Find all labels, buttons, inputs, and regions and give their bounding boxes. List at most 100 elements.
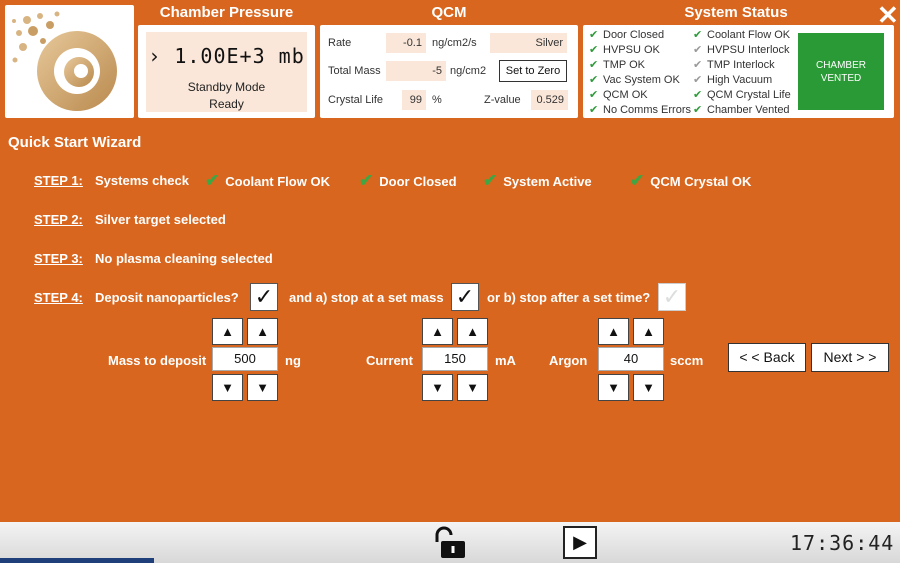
unlock-icon[interactable] (432, 526, 468, 563)
crystal-life-unit: % (432, 94, 442, 106)
total-mass-value: -5 (386, 61, 446, 81)
status-panel: ✔ Door Closed ✔ HVPSU OK ✔ TMP OK ✔ Vac System … (583, 25, 894, 118)
check-door: ✔ Door Closed (359, 171, 457, 190)
check-icon: ✔ (483, 171, 498, 190)
status-right-item: ✔ HVPSU Interlock (693, 43, 790, 56)
deposit-checkbox[interactable]: ✓ (250, 283, 278, 311)
logo-icon (12, 11, 117, 111)
check-icon: ✔ (630, 171, 645, 190)
status-left-item: ✔ TMP OK (589, 58, 645, 71)
crystal-life-value: 99 (402, 90, 426, 110)
status-right-item: ✔ QCM Crystal Life (693, 88, 791, 101)
status-left-item: ✔ QCM OK (589, 88, 648, 101)
argon-coarse-down-button[interactable]: ▼ (598, 374, 629, 401)
next-button[interactable]: Next > > (811, 343, 889, 372)
play-button[interactable]: ▶ (563, 526, 597, 559)
status-right-item-label: TMP Interlock (707, 59, 775, 71)
mass-input[interactable]: 500 (212, 347, 278, 371)
status-left-item-label: QCM OK (603, 89, 648, 101)
back-button[interactable]: < < Back (728, 343, 806, 372)
vented-line2: VENTED (820, 72, 862, 84)
status-right-item-label: QCM Crystal Life (707, 89, 791, 101)
check-icon: ✔ (693, 89, 703, 101)
check-icon: ✔ (693, 104, 703, 116)
qcm-title: QCM (431, 4, 467, 21)
status-right-item: ✔ TMP Interlock (693, 58, 775, 71)
check-icon: ✔ (589, 44, 599, 56)
status-right-item: ✔ Chamber Vented (693, 103, 790, 116)
mass-coarse-down-button[interactable]: ▼ (212, 374, 243, 401)
rate-value: -0.1 (386, 33, 426, 53)
step2-label[interactable]: STEP 2: (34, 212, 83, 227)
step3-label[interactable]: STEP 3: (34, 251, 83, 266)
check-icon: ✔ (589, 89, 599, 101)
option-a-text: and a) stop at a set mass (289, 290, 444, 305)
mass-unit: ng (285, 353, 301, 368)
check-icon: ✔ (693, 29, 703, 41)
status-left-item-label: No Comms Errors (603, 104, 692, 116)
mass-coarse-up-button[interactable]: ▲ (212, 318, 243, 345)
argon-unit: sccm (670, 353, 704, 368)
argon-fine-up-button[interactable]: ▲ (633, 318, 664, 345)
status-left-item: ✔ HVPSU OK (589, 43, 660, 56)
step4-text: Deposit nanoparticles? (95, 290, 239, 305)
check-outline-icon: ✔ (693, 44, 703, 56)
check-outline-icon: ✔ (693, 74, 703, 86)
set-to-zero-button[interactable]: Set to Zero (499, 60, 567, 82)
status-left-item-label: HVPSU OK (603, 44, 660, 56)
status-right-item-label: HVPSU Interlock (707, 44, 790, 56)
status-left-item-label: Vac System OK (603, 74, 680, 86)
zvalue-value: 0.529 (531, 90, 568, 110)
rate-unit: ng/cm2/s (432, 37, 477, 49)
crystal-life-label: Crystal Life (328, 94, 384, 106)
step2-text: Silver target selected (95, 212, 226, 227)
status-left-item: ✔ No Comms Errors (589, 103, 691, 116)
current-coarse-down-button[interactable]: ▼ (422, 374, 453, 401)
material-value: Silver (490, 33, 567, 53)
pressure-state: Ready (209, 97, 244, 111)
step1-text: Systems check (95, 173, 189, 188)
mass-fine-down-button[interactable]: ▼ (247, 374, 278, 401)
step1-label[interactable]: STEP 1: (34, 173, 83, 188)
current-fine-down-button[interactable]: ▼ (457, 374, 488, 401)
current-input[interactable]: 150 (422, 347, 488, 371)
check-icon: ✔ (205, 171, 220, 190)
stop-after-time-checkbox[interactable]: ✓ (658, 283, 686, 311)
clock-display: 17:36:44 (790, 531, 895, 555)
pressure-title: Chamber Pressure (159, 4, 294, 21)
step4-label[interactable]: STEP 4: (34, 290, 83, 305)
check-icon: ✔ (589, 104, 599, 116)
status-right-item-label: High Vacuum (707, 74, 773, 86)
step3-text: No plasma cleaning selected (95, 251, 273, 266)
check-outline-icon: ✔ (693, 59, 703, 71)
status-right-item: ✔ Coolant Flow OK (693, 28, 790, 41)
check-icon: ✔ (589, 59, 599, 71)
stop-at-mass-checkbox[interactable]: ✓ (451, 283, 479, 311)
status-right-item-label: Coolant Flow OK (707, 29, 791, 41)
total-mass-label: Total Mass (328, 65, 381, 77)
status-right-item: ✔ High Vacuum (693, 73, 772, 86)
argon-coarse-up-button[interactable]: ▲ (598, 318, 629, 345)
rate-label: Rate (328, 37, 352, 49)
check-system: ✔ System Active (483, 171, 592, 190)
progress-bar (0, 558, 154, 563)
check-coolant: ✔ Coolant Flow OK (205, 171, 330, 190)
current-coarse-up-button[interactable]: ▲ (422, 318, 453, 345)
status-right-item-label: Chamber Vented (707, 104, 790, 116)
mass-label: Mass to deposit (108, 353, 207, 368)
wizard-title: Quick Start Wizard (8, 134, 142, 151)
company-logo (5, 5, 134, 118)
status-left-item: ✔ Door Closed (589, 28, 664, 41)
check-qcm: ✔ QCM Crystal OK (630, 171, 752, 190)
option-b-text: or b) stop after a set time? (487, 290, 651, 305)
check-icon: ✔ (359, 171, 374, 190)
zvalue-label: Z-value (484, 94, 521, 106)
argon-fine-down-button[interactable]: ▼ (633, 374, 664, 401)
argon-input[interactable]: 40 (598, 347, 664, 371)
current-label: Current (366, 353, 413, 368)
check-icon: ✔ (589, 29, 599, 41)
current-fine-up-button[interactable]: ▲ (457, 318, 488, 345)
total-mass-unit: ng/cm2 (450, 65, 487, 77)
vented-line1: CHAMBER (815, 59, 866, 71)
mass-fine-up-button[interactable]: ▲ (247, 318, 278, 345)
